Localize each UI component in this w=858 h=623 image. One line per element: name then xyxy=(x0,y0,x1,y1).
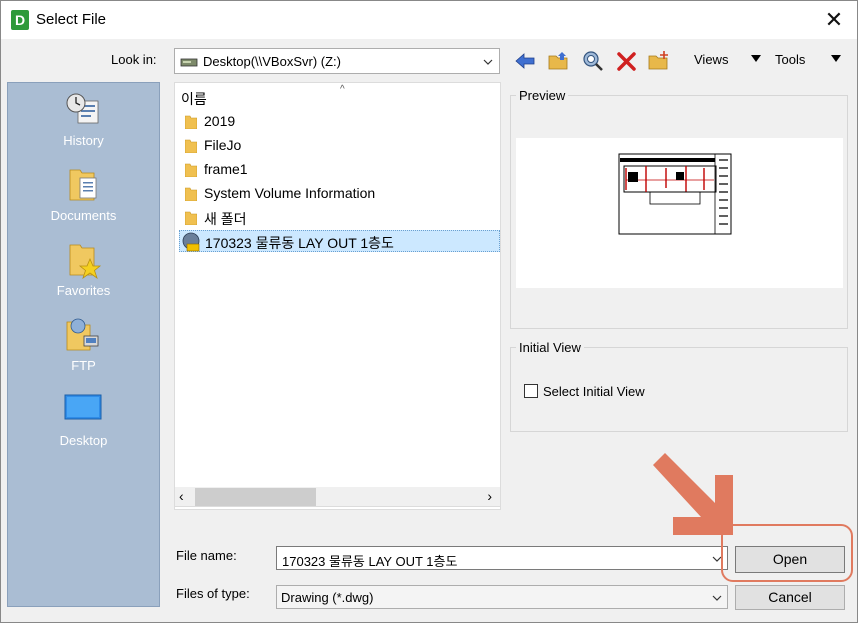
place-label: FTP xyxy=(71,358,96,373)
scroll-right-icon[interactable]: › xyxy=(487,488,492,504)
preview-pane xyxy=(516,138,843,288)
create-new-folder-icon[interactable] xyxy=(647,49,671,73)
title-bar: D Select File ✕ xyxy=(1,1,857,39)
file-name: 2019 xyxy=(204,113,236,129)
place-favorites[interactable]: Favorites xyxy=(8,241,159,311)
file-name-input[interactable]: 170323 물류동 LAY OUT 1층도 xyxy=(276,546,728,570)
ftp-icon xyxy=(66,318,99,351)
places-sidebar: History Documents Favorites FTP Desktop xyxy=(7,82,160,607)
dialog-title: Select File xyxy=(36,11,107,28)
close-icon[interactable]: ✕ xyxy=(821,7,847,33)
list-item[interactable]: 새 폴더 xyxy=(179,207,500,229)
list-item[interactable]: 2019 xyxy=(179,111,500,133)
select-initial-view-label[interactable]: Select Initial View xyxy=(543,384,645,399)
cancel-button[interactable]: Cancel xyxy=(735,585,845,610)
file-list[interactable]: ^ 이름 2019 FileJo frame1 System Volume In… xyxy=(174,82,501,510)
favorites-icon xyxy=(69,244,102,279)
place-label: Documents xyxy=(50,208,117,223)
place-label: Favorites xyxy=(56,283,111,298)
look-in-value: Desktop(\\VBoxSvr) (Z:) xyxy=(203,54,341,69)
delete-icon[interactable] xyxy=(615,49,639,73)
place-ftp[interactable]: FTP xyxy=(8,316,159,386)
column-header-name[interactable]: 이름 xyxy=(181,89,207,109)
file-name: FileJo xyxy=(204,137,242,153)
place-desktop[interactable]: Desktop xyxy=(8,391,159,461)
documents-icon xyxy=(69,169,97,201)
horizontal-scrollbar[interactable]: ‹ › xyxy=(174,487,501,507)
search-web-icon[interactable] xyxy=(581,49,605,73)
preview-label: Preview xyxy=(516,88,569,103)
place-documents[interactable]: Documents xyxy=(8,166,159,236)
app-icon: D xyxy=(11,10,29,30)
views-dropdown-icon[interactable] xyxy=(751,55,761,62)
list-item[interactable]: System Volume Information xyxy=(179,183,500,205)
folder-icon xyxy=(185,163,197,177)
initial-view-label: Initial View xyxy=(516,340,584,355)
chevron-down-icon xyxy=(712,595,722,601)
list-item[interactable]: frame1 xyxy=(179,159,500,181)
files-of-type-label: Files of type: xyxy=(176,586,250,601)
list-item-selected[interactable]: 170323 물류동 LAY OUT 1층도 xyxy=(179,230,500,252)
file-name: 새 폴더 xyxy=(204,211,247,227)
scroll-left-icon[interactable]: ‹ xyxy=(179,488,184,504)
pointer-arrow-icon xyxy=(653,453,733,535)
dwg-file-icon xyxy=(182,232,200,252)
scrollbar-thumb[interactable] xyxy=(195,488,316,506)
views-menu[interactable]: Views xyxy=(694,52,728,67)
sort-ascending-icon: ^ xyxy=(340,84,345,95)
select-file-dialog: D Select File ✕ Look in: Desktop(\\VBoxS… xyxy=(0,0,858,623)
up-one-level-icon[interactable] xyxy=(547,49,571,73)
drawing-thumbnail xyxy=(618,153,732,235)
file-name: 170323 물류동 LAY OUT 1층도 xyxy=(205,235,394,251)
tools-menu[interactable]: Tools xyxy=(775,52,805,67)
file-name-value: 170323 물류동 LAY OUT 1층도 xyxy=(282,554,458,569)
network-drive-icon xyxy=(180,58,198,67)
place-history[interactable]: History xyxy=(8,91,159,161)
look-in-label: Look in: xyxy=(111,52,157,67)
place-label: History xyxy=(63,133,104,148)
file-name-label: File name: xyxy=(176,548,237,563)
back-icon[interactable] xyxy=(513,49,537,73)
files-of-type-dropdown[interactable]: Drawing (*.dwg) xyxy=(276,585,728,609)
look-in-dropdown[interactable]: Desktop(\\VBoxSvr) (Z:) xyxy=(174,48,500,74)
place-label: Desktop xyxy=(59,433,108,448)
desktop-icon xyxy=(64,394,102,420)
folder-icon xyxy=(185,211,197,225)
chevron-down-icon xyxy=(483,59,493,65)
folder-icon xyxy=(185,115,197,129)
list-item[interactable]: FileJo xyxy=(179,135,500,157)
file-name: System Volume Information xyxy=(204,185,376,201)
folder-icon xyxy=(185,139,197,153)
select-initial-view-checkbox[interactable] xyxy=(524,384,538,398)
file-name: frame1 xyxy=(204,161,248,177)
tools-dropdown-icon[interactable] xyxy=(831,55,841,62)
folder-icon xyxy=(185,187,197,201)
files-of-type-value: Drawing (*.dwg) xyxy=(281,590,374,605)
history-icon xyxy=(66,93,99,124)
